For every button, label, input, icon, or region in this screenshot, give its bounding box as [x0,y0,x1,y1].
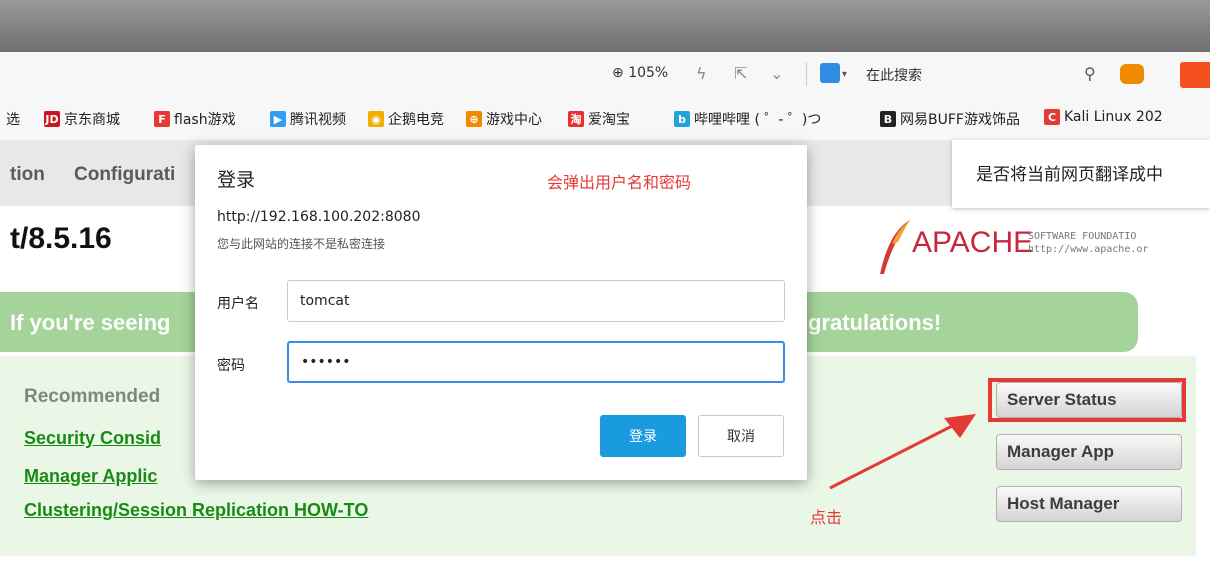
taobao-icon: 淘 [568,111,584,127]
game-icon[interactable] [1120,64,1144,84]
bookmark-label: 企鹅电竞 [388,112,444,128]
recommended-reading-heading: Recommended [24,386,161,407]
search-box-label[interactable]: 在此搜索 [866,65,922,85]
flash-icon: F [154,111,170,127]
cancel-button[interactable]: 取消 [698,415,784,457]
bookmark-item[interactable]: ◉ 企鹅电竞 [368,109,444,129]
bookmark-item[interactable]: ▶ 腾讯视频 [270,109,346,129]
bookmark-label: 京东商城 [64,112,120,128]
dialog-connection-warning: 您与此网站的连接不是私密连接 [217,237,386,251]
dialog-site-url: http://192.168.100.202:8080 [217,209,421,225]
login-dialog: 登录 会弹出用户名和密码 http://192.168.100.202:8080… [195,145,807,480]
bookmark-item[interactable]: B 网易BUFF游戏饰品 [880,109,1020,129]
username-value: tomcat [300,293,350,309]
bookmark-label: 爱淘宝 [588,112,630,128]
bookmark-item[interactable]: JD 京东商城 [44,109,120,129]
banner-right-text: gratulations! [808,310,942,335]
password-input[interactable]: •••••• [287,341,785,383]
translate-prompt-text: 是否将当前网页翻译成中 [976,165,1163,185]
search-engine-dropdown-icon[interactable]: ▾ [842,69,847,80]
password-value: •••••• [301,354,351,370]
manager-app-howto-link[interactable]: Manager Applic [24,466,157,487]
password-label: 密码 [217,358,245,374]
click-annotation: 点击 [810,508,843,527]
bookmark-label: 游戏中心 [486,112,542,128]
bookmark-label: 网易BUFF游戏饰品 [900,112,1020,128]
apache-logo-text: APACHE [912,226,1034,259]
bookmark-label: flash游戏 [174,112,236,128]
apache-foundation-text: SOFTWARE FOUNDATIO http://www.apache.or [1028,230,1148,256]
popup-annotation: 会弹出用户名和密码 [547,173,692,192]
apache-foundation-line1: SOFTWARE FOUNDATIO [1028,231,1137,242]
apache-foundation-line2: http://www.apache.or [1028,244,1149,255]
manager-app-button[interactable]: Manager App [996,434,1182,470]
banner-left-text: If you're seeing [10,310,171,335]
bookmark-item[interactable]: 淘 爱淘宝 [568,109,630,129]
bookmark-label: 选 [6,112,20,128]
game-center-icon: ⊕ [466,111,482,127]
jd-icon: JD [44,111,60,127]
zoom-icon: ⊕ [612,65,624,81]
nav-item-documentation[interactable]: tion [10,164,45,186]
bookmark-item[interactable]: F flash游戏 [154,109,236,129]
bookmark-label: Kali Linux 202 [1064,109,1163,125]
nav-item-configuration[interactable]: Configurati [74,164,175,186]
username-label: 用户名 [217,296,259,312]
divider [806,62,807,86]
search-icon[interactable]: ⚲ [1084,64,1096,83]
bookmark-item[interactable]: 选 [6,109,20,129]
zoom-indicator[interactable]: ⊕ 105% [612,65,668,81]
login-button[interactable]: 登录 [600,415,686,457]
apache-feather-icon [880,220,910,274]
zoom-level: 105% [628,65,669,81]
tencent-video-icon: ▶ [270,111,286,127]
chevron-down-icon[interactable]: ⌄ [770,64,783,83]
lightning-icon[interactable]: ϟ [696,64,707,83]
penguin-esports-icon: ◉ [368,111,384,127]
kali-icon: C [1044,109,1060,125]
bookmark-item[interactable]: C Kali Linux 202 [1044,109,1163,125]
security-link[interactable]: Security Consid [24,428,161,449]
bookmarks-bar: 选 JD 京东商城 F flash游戏 ▶ 腾讯视频 ◉ 企鹅电竞 ⊕ 游戏中心… [0,98,1210,141]
dialog-title: 登录 [217,169,256,191]
buff-icon: B [880,111,896,127]
clustering-howto-link[interactable]: Clustering/Session Replication HOW-TO [24,500,368,521]
username-input[interactable]: tomcat [287,280,785,322]
search-engine-icon[interactable] [820,63,840,83]
annotation-arrow-icon [829,414,976,490]
translate-prompt[interactable]: 是否将当前网页翻译成中 [952,140,1210,208]
tomcat-version-title: t/8.5.16 [10,222,112,255]
host-manager-button[interactable]: Host Manager [996,486,1182,522]
bookmark-label: 哔哩哔哩 ( ゜- ゜)つ [694,112,822,128]
extension-icon[interactable] [1180,62,1210,88]
browser-toolbar: ⊕ 105% ϟ ⇱ ⌄ ▾ 在此搜索 ⚲ [0,52,1210,98]
bookmark-label: 腾讯视频 [290,112,346,128]
bilibili-icon: b [674,111,690,127]
bookmark-item[interactable]: b 哔哩哔哩 ( ゜- ゜)つ [674,109,821,129]
highlight-box [988,378,1186,422]
share-icon[interactable]: ⇱ [734,64,747,83]
browser-top-strip [0,0,1210,52]
bookmark-item[interactable]: ⊕ 游戏中心 [466,109,542,129]
